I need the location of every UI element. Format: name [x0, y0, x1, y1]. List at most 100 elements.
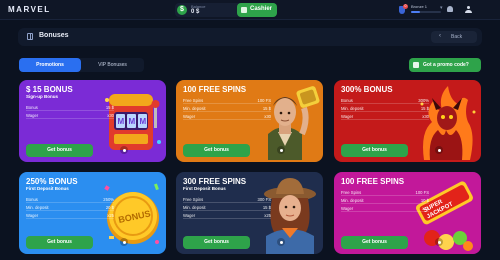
info-icon[interactable] — [277, 146, 285, 154]
row-key: Min. deposit — [341, 106, 364, 111]
row-value: x30 — [107, 113, 114, 118]
card-row: Wager x30 — [341, 113, 429, 120]
page-title: Bonuses — [39, 32, 69, 39]
row-value: 15 $ — [420, 106, 429, 111]
card-row: Min. deposit 15 $ — [183, 105, 271, 112]
cashier-button[interactable]: Cashier — [237, 3, 277, 17]
row-value: 20 $ — [105, 205, 114, 210]
card-row: Wager x30 — [26, 112, 114, 119]
promo-code-button[interactable]: Got a promo code? — [409, 58, 481, 72]
arrow-left-icon: ‹ — [439, 33, 441, 39]
level-progress-fill — [411, 11, 420, 13]
gift-icon — [27, 33, 33, 40]
card-row: Bonus 250% — [26, 196, 114, 203]
get-bonus-button[interactable]: Get bonus — [183, 236, 250, 249]
row-value: x30 — [264, 114, 271, 119]
tab-promotions[interactable]: Promotions — [19, 58, 81, 72]
get-bonus-button[interactable]: Get bonus — [26, 236, 93, 249]
tab-vip-bonuses[interactable]: VIP Bonuses — [81, 58, 144, 72]
notifications-count: 0 — [403, 4, 408, 9]
row-key: Wager — [26, 113, 39, 118]
card-row: Free Spins 100 FS — [341, 189, 429, 196]
row-key: Free Spins — [341, 190, 362, 195]
row-value: x25 — [422, 206, 429, 211]
card-row: Wager x25 — [341, 205, 429, 212]
card-title: 100 FREE SPINS — [183, 85, 247, 94]
card-title: 100 FREE SPINS — [341, 177, 405, 186]
info-icon[interactable] — [277, 238, 285, 246]
row-key: Min. deposit — [183, 106, 206, 111]
top-bar: MARVEL $ Balance 0 $ Cashier 0 Bronze 1 … — [0, 0, 500, 20]
card-row: Min. deposit 10 $ — [341, 197, 429, 204]
bonus-card: BONUS 250% BONUS First Deposit Bonus Bon… — [19, 172, 166, 254]
get-bonus-button[interactable]: Get bonus — [341, 144, 408, 157]
page-header: Bonuses ‹ Back — [18, 28, 482, 46]
row-key: Free Spins — [183, 98, 204, 103]
logo[interactable]: MARVEL — [8, 5, 51, 14]
row-value: x30 — [422, 114, 429, 119]
row-key: Min. deposit — [26, 205, 49, 210]
row-value: 15 $ — [262, 205, 271, 210]
adventurer-man-icon — [268, 86, 320, 160]
info-icon[interactable] — [120, 238, 128, 246]
bonus-card: M M M $ 15 BONUS Sign-up Bonus Bonus 15 … — [19, 80, 166, 162]
get-bonus-button[interactable]: Get bonus — [341, 236, 408, 249]
card-row: Free Spins 100 FS — [183, 97, 271, 104]
row-key: Wager — [183, 213, 196, 218]
level-progress-bar — [411, 11, 441, 13]
notifications-button[interactable]: 0 — [398, 4, 408, 14]
balance-value: 0 $ — [191, 9, 200, 15]
row-value: 300 FS — [257, 197, 271, 202]
svg-text:M: M — [129, 117, 136, 126]
row-key: Bonus — [341, 98, 353, 103]
row-key: Wager — [183, 114, 196, 119]
card-title: $ 15 BONUS — [26, 85, 73, 94]
card-row: Free Spins 300 FS — [183, 196, 271, 203]
promo-code-label: Got a promo code? — [423, 62, 469, 68]
card-subtitle: First Deposit Bonus — [183, 186, 226, 191]
row-key: Free Spins — [183, 197, 204, 202]
card-row: Bonus 300% — [341, 97, 429, 104]
user-icon[interactable] — [464, 6, 472, 14]
row-value: 300% — [418, 98, 429, 103]
row-value: 10 $ — [420, 198, 429, 203]
get-bonus-button[interactable]: Get bonus — [26, 144, 93, 157]
get-bonus-button[interactable]: Get bonus — [183, 144, 250, 157]
row-value: x25 — [107, 213, 114, 218]
card-row: Bonus 15 $ — [26, 104, 114, 111]
level-label: Bronze 1 — [411, 4, 428, 9]
row-key: Wager — [341, 206, 354, 211]
card-subtitle: Sign-up Bonus — [26, 94, 58, 99]
cashier-label: Cashier — [250, 6, 273, 12]
info-icon[interactable] — [120, 146, 128, 154]
row-key: Min. deposit — [183, 205, 206, 210]
bonus-card: 300 FREE SPINS First Deposit Bonus Free … — [176, 172, 323, 254]
card-row: Wager x25 — [26, 212, 114, 219]
fire-demon-icon — [420, 86, 476, 160]
bell-icon[interactable] — [446, 6, 454, 14]
row-key: Bonus — [26, 197, 38, 202]
slot-machine-icon: M M M — [105, 94, 161, 150]
card-title: 300% BONUS — [341, 85, 393, 94]
super-jackpot-icon: SUPER JACKPOT — [415, 181, 473, 251]
card-row: Wager x25 — [183, 212, 271, 219]
card-row: Min. deposit 15 $ — [183, 204, 271, 211]
row-value: 100 FS — [257, 98, 271, 103]
info-icon[interactable] — [435, 238, 443, 246]
info-icon[interactable] — [435, 146, 443, 154]
bonus-tabs: Promotions VIP Bonuses — [19, 58, 144, 72]
bonus-card: SUPER JACKPOT 100 FREE SPINS Free Spins … — [334, 172, 481, 254]
svg-text:M: M — [140, 117, 147, 126]
row-key: Wager — [26, 213, 39, 218]
row-key: Min. deposit — [341, 198, 364, 203]
dollar-icon: $ — [177, 5, 187, 15]
chevron-down-icon[interactable]: ▾ — [440, 5, 443, 11]
card-row: Min. deposit 20 $ — [26, 204, 114, 211]
row-key: Wager — [341, 114, 354, 119]
row-value: x25 — [264, 213, 271, 218]
row-key: Bonus — [26, 105, 38, 110]
back-button[interactable]: ‹ Back — [431, 31, 477, 43]
row-value: 15 $ — [262, 106, 271, 111]
ticket-icon — [413, 62, 419, 68]
bonus-card: 100 FREE SPINS Free Spins 100 FS Min. de… — [176, 80, 323, 162]
